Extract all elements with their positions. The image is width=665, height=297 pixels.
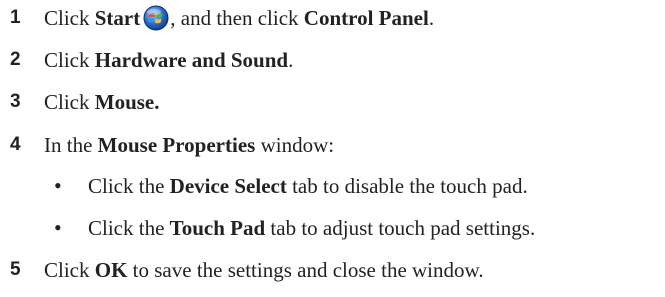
step-keyword-start: Start [94,6,141,30]
bullet-text: Click the Device Select tab to disable t… [88,170,528,202]
bullet-text-part: tab to adjust touch pad settings. [265,216,536,240]
bullet-text: Click the Touch Pad tab to adjust touch … [88,212,535,244]
step-text-part: Click [44,6,95,30]
step-text: Click Hardware and Sound. [44,44,293,76]
step-text-part: to save the settings and close the windo… [127,258,484,282]
bullet-keyword-device-select: Device Select [169,174,287,198]
step-keyword-hardware-and-sound: Hardware and Sound [94,48,289,72]
step-text-part: Click [44,48,95,72]
step-keyword-ok: OK [94,258,128,282]
bullet-keyword-touch-pad: Touch Pad [169,216,266,240]
step-number: 2 [10,49,21,70]
step-keyword-mouse: Mouse. [94,90,160,114]
windows-start-orb-icon [143,5,169,31]
step-text-part: . [428,6,435,30]
bullet-text-part: Click the [88,174,170,198]
step-text-part: Click [44,90,95,114]
step-number: 5 [10,259,21,280]
step-keyword-control-panel: Control Panel [303,6,429,30]
bullet-text-part: tab to disable the touch pad. [286,174,528,198]
step-text-part: , and then click [170,6,304,30]
bullet-symbol: • [54,173,62,198]
step-text-part: In the [44,133,98,157]
step-text: Click Start , and then click Control Pan… [44,2,434,34]
step-text: Click Mouse. [44,86,160,118]
step-keyword-mouse-properties: Mouse Properties [97,133,256,157]
bullet-text-part: Click the [88,216,170,240]
step-number: 3 [10,91,21,112]
step-text: In the Mouse Properties window: [44,129,334,161]
step-text: Click OK to save the settings and close … [44,254,484,286]
instruction-list: 1 Click Start , and then click Control P… [0,0,665,297]
step-text-part: Click [44,258,95,282]
step-text-part: window: [255,133,335,157]
step-number: 1 [10,7,21,28]
bullet-symbol: • [54,215,62,240]
step-number: 4 [10,134,21,155]
step-text-part: . [288,48,294,72]
